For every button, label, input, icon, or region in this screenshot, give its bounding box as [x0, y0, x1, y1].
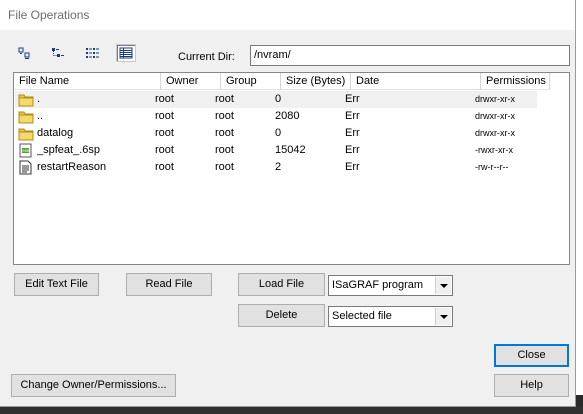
cell-size: 0 — [275, 127, 282, 139]
background-window-strip — [575, 0, 583, 414]
cell-size: 2080 — [275, 110, 300, 122]
file-list[interactable]: File Name Owner Group Size (Bytes) Date … — [13, 72, 570, 265]
cell-date: Err — [345, 144, 360, 156]
current-dir-value: /nvram/ — [254, 49, 291, 61]
load-type-select[interactable]: ISaGRAF program — [328, 275, 453, 296]
executable-icon: exe — [18, 143, 34, 158]
read-file-button[interactable]: Read File — [126, 273, 212, 296]
small-icons-view-button[interactable] — [48, 44, 68, 62]
chevron-down-icon[interactable] — [435, 277, 451, 294]
column-header-file-name[interactable]: File Name — [14, 73, 161, 90]
load-file-button[interactable]: Load File — [238, 273, 325, 296]
details-view-button[interactable] — [116, 44, 136, 62]
list-view-icon — [86, 48, 99, 58]
cell-permissions: drwxr-xr-x — [475, 111, 515, 121]
close-button[interactable]: Close — [494, 344, 569, 367]
cell-file-name: restartReason — [37, 161, 107, 173]
column-header-size[interactable]: Size (Bytes) — [281, 73, 351, 90]
chevron-down-icon[interactable] — [435, 308, 451, 325]
file-row[interactable]: restartReason root root 2 Err -rw-r--r-- — [15, 159, 537, 176]
cell-file-name: datalog — [37, 127, 74, 139]
list-view-button[interactable] — [82, 44, 102, 62]
title-bar[interactable]: File Operations — [0, 0, 575, 30]
cell-owner: root — [155, 93, 174, 105]
cell-date: Err — [345, 161, 360, 173]
small-icons-view-icon — [52, 48, 64, 57]
cell-permissions: -rwxr-xr-x — [475, 145, 513, 155]
background-taskbar-strip — [0, 406, 583, 414]
column-header-group[interactable]: Group — [221, 73, 281, 90]
cell-owner: root — [155, 144, 174, 156]
cell-group: root — [215, 144, 234, 156]
file-list-header: File Name Owner Group Size (Bytes) Date … — [14, 73, 569, 90]
file-operations-dialog: File Operations Current Dir: /nvram/ Fil… — [0, 0, 576, 407]
cell-owner: root — [155, 127, 174, 139]
cell-group: root — [215, 110, 234, 122]
cell-permissions: -rw-r--r-- — [475, 162, 509, 172]
cell-permissions: drwxr-xr-x — [475, 94, 515, 104]
folder-icon — [18, 92, 34, 107]
cell-date: Err — [345, 93, 360, 105]
edit-text-file-button[interactable]: Edit Text File — [14, 273, 99, 296]
cell-group: root — [215, 127, 234, 139]
folder-icon — [18, 109, 34, 124]
folder-icon — [18, 126, 34, 141]
delete-scope-value: Selected file — [332, 310, 392, 322]
file-row[interactable]: . root root 0 Err drwxr-xr-x — [15, 91, 537, 108]
cell-permissions: drwxr-xr-x — [475, 128, 515, 138]
cell-file-name: .. — [37, 110, 44, 122]
column-header-date[interactable]: Date — [351, 73, 481, 90]
svg-text:exe: exe — [22, 148, 30, 153]
cell-group: root — [215, 93, 234, 105]
cell-size: 0 — [275, 93, 282, 105]
help-button[interactable]: Help — [494, 374, 569, 397]
cell-size: 15042 — [275, 144, 306, 156]
change-owner-permissions-button[interactable]: Change Owner/Permissions... — [11, 374, 176, 397]
delete-button[interactable]: Delete — [238, 304, 325, 327]
current-dir-field[interactable]: /nvram/ — [250, 45, 570, 66]
cell-date: Err — [345, 110, 360, 122]
large-icons-view-icon — [18, 47, 30, 59]
delete-scope-select[interactable]: Selected file — [328, 306, 453, 327]
cell-group: root — [215, 161, 234, 173]
current-dir-label: Current Dir: — [178, 51, 235, 63]
column-header-owner[interactable]: Owner — [161, 73, 221, 90]
file-row[interactable]: .. root root 2080 Err drwxr-xr-x — [15, 108, 537, 125]
file-row[interactable]: exe _spfeat_.6sp root root 15042 Err -rwxr-xr-… — [15, 142, 537, 159]
cell-size: 2 — [275, 161, 282, 173]
details-view-icon — [119, 47, 133, 59]
file-row[interactable]: datalog root root 0 Err drwxr-xr-x — [15, 125, 537, 142]
large-icons-view-button[interactable] — [14, 44, 34, 62]
cell-file-name: . — [37, 93, 41, 105]
cell-date: Err — [345, 127, 360, 139]
cell-owner: root — [155, 161, 174, 173]
cell-file-name: _spfeat_.6sp — [37, 144, 100, 156]
column-header-permissions[interactable]: Permissions — [481, 73, 550, 90]
load-type-value: ISaGRAF program — [332, 279, 424, 291]
window-title: File Operations — [8, 8, 90, 22]
cell-owner: root — [155, 110, 174, 122]
text-file-icon — [18, 160, 34, 175]
